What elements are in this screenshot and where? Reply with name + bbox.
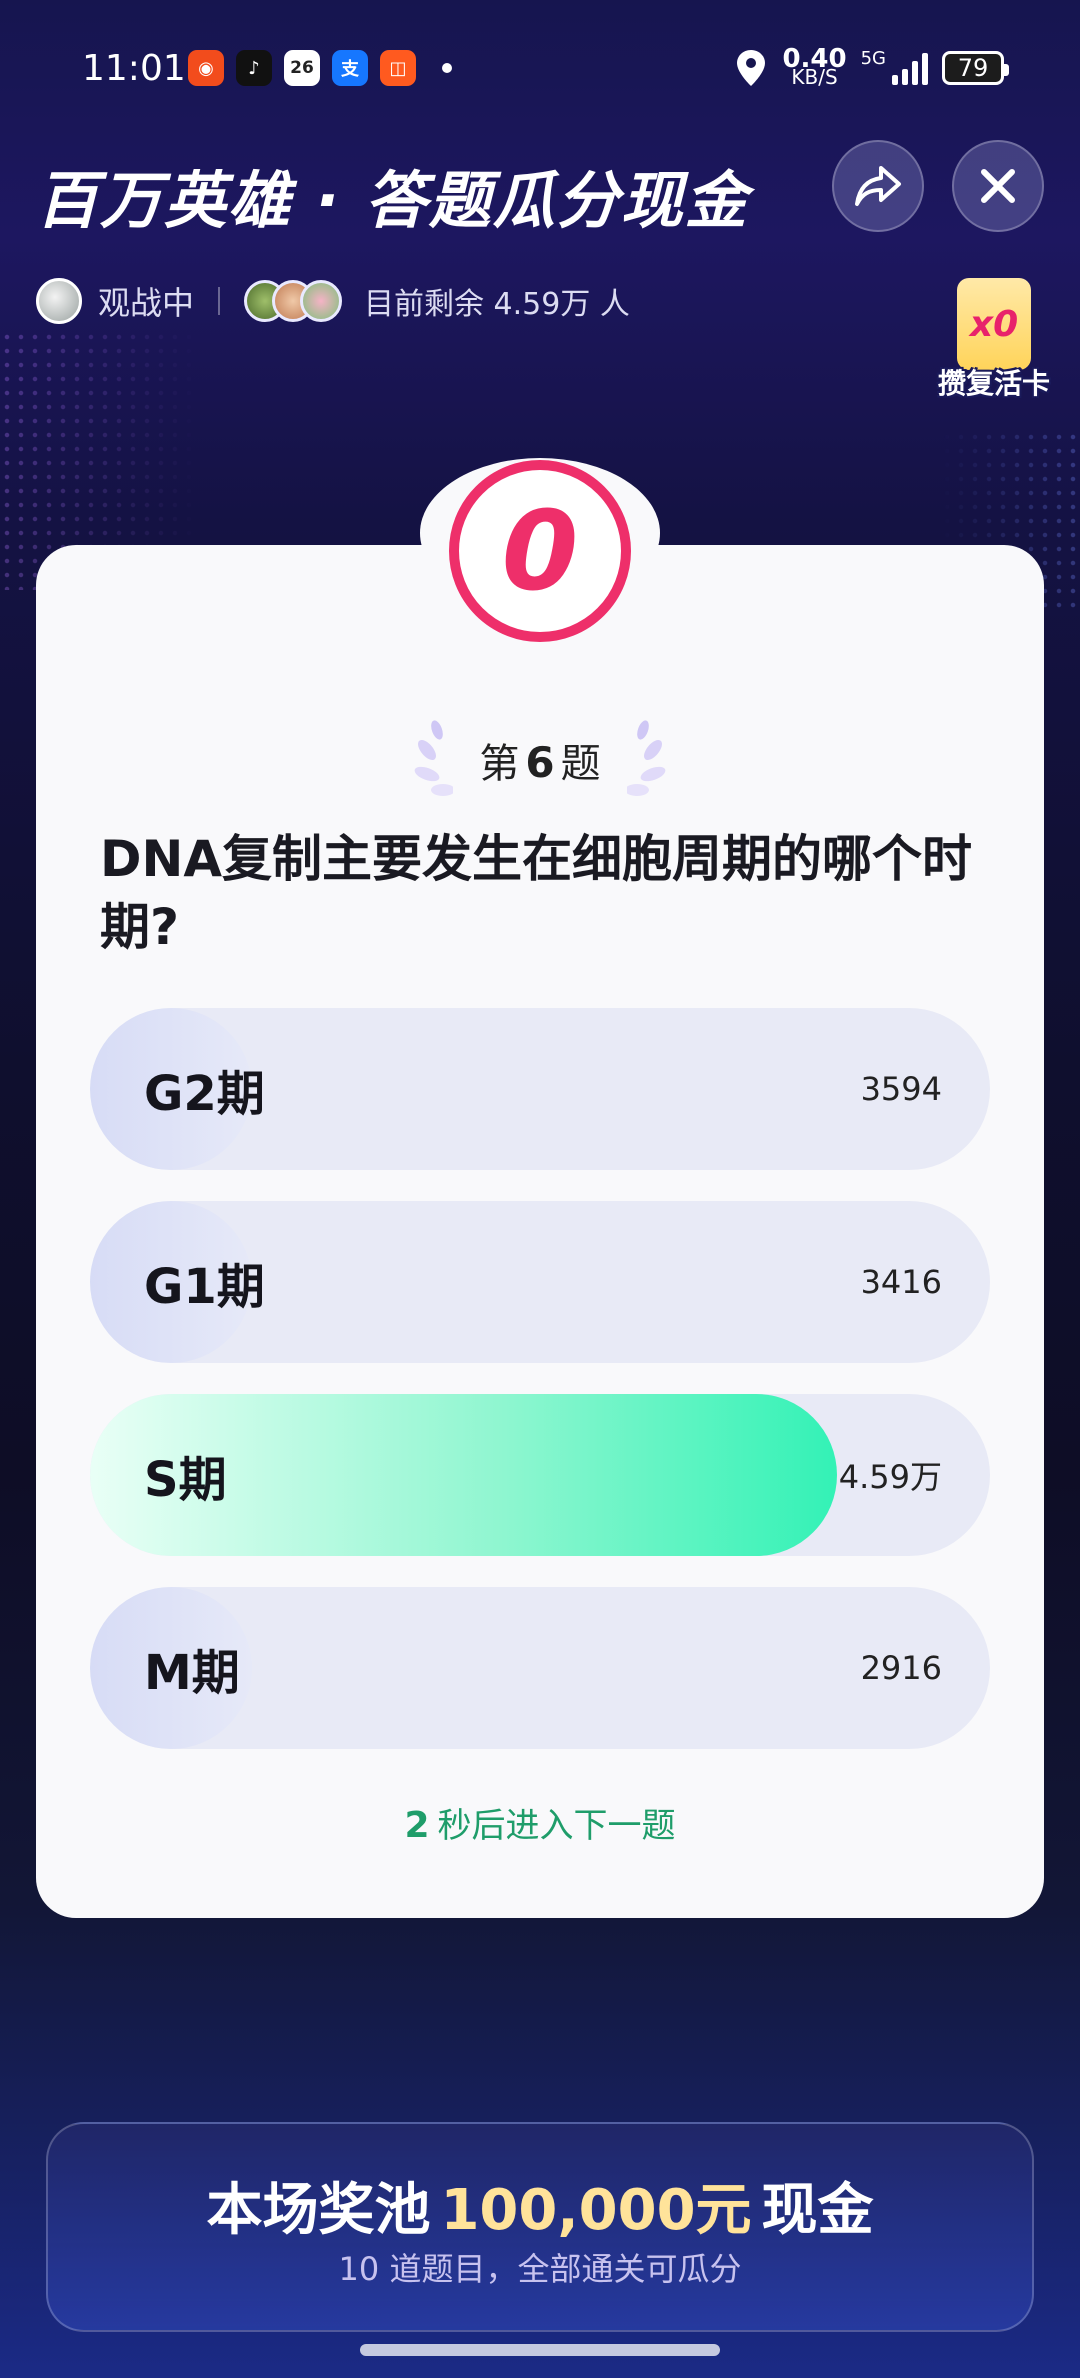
douyin-app-icon: ♪: [236, 50, 272, 86]
status-right: 0.40 KB/S 5G 79: [734, 44, 1009, 89]
answer-option-4[interactable]: M期 2916: [90, 1587, 990, 1749]
battery-level: 79: [957, 54, 989, 82]
close-button[interactable]: [952, 140, 1044, 232]
close-icon: [981, 169, 1015, 203]
option-label: G2期: [144, 1066, 265, 1122]
option-vote-count: 3594: [860, 1070, 942, 1108]
question-text: DNA复制主要发生在细胞周期的哪个时期?: [100, 830, 973, 956]
app-notification-icon: ◫: [380, 50, 416, 86]
live-info-row: 观战中 目前剩余 4.59万 人: [36, 276, 630, 326]
question-number: 第6题: [0, 720, 1080, 800]
share-button[interactable]: [832, 140, 924, 232]
network-type: 5G: [860, 48, 886, 69]
prize-pool-title: 本场奖池 100,000元 现金: [206, 2178, 874, 2243]
more-notifications-dot-icon: [442, 63, 452, 73]
remaining-players: 目前剩余 4.59万 人: [364, 287, 630, 322]
status-bar: 11:01 ◉ ♪ 26 支 ◫ 0.40 KB/S 5G 79: [0, 0, 1080, 140]
answer-option-3[interactable]: S期 4.59万: [90, 1394, 990, 1556]
option-label: M期: [144, 1645, 240, 1701]
revive-card-icon: x0: [957, 278, 1031, 370]
home-indicator[interactable]: [360, 2344, 720, 2356]
countdown-timer: 0: [449, 460, 631, 642]
signal-strength-icon: [892, 51, 928, 85]
revive-card-widget[interactable]: x0 攒复活卡: [926, 278, 1062, 400]
option-vote-count: 3416: [860, 1263, 942, 1301]
divider: [218, 287, 221, 315]
question-number-text: 第6题: [479, 738, 601, 787]
prize-pool-amount: 100,000元: [440, 2178, 752, 2243]
user-avatar[interactable]: [36, 278, 82, 324]
laurel-left-icon: [414, 720, 454, 796]
watching-label: 观战中: [98, 284, 195, 322]
option-vote-count: 4.59万: [838, 1458, 942, 1496]
next-question-text: 秒后进入下一题: [437, 1806, 676, 1846]
countdown-value: 0: [501, 487, 579, 615]
prize-pool-subtitle: 10 道题目，全部通关可瓜分: [338, 2250, 742, 2288]
participant-avatar: [300, 280, 343, 322]
alipay-app-icon: 支: [332, 50, 368, 86]
option-vote-count: 2916: [860, 1649, 942, 1687]
location-icon: [737, 50, 766, 86]
option-label: G1期: [144, 1259, 265, 1315]
share-icon: [855, 166, 901, 206]
laurel-right-icon: [626, 720, 665, 796]
answer-option-2[interactable]: G1期 3416: [90, 1201, 990, 1363]
next-question-hint: 2 秒后进入下一题: [0, 1798, 1080, 1847]
shopping-app-icon: ◉: [188, 50, 224, 86]
revive-card-label: 攒复活卡: [937, 367, 1050, 400]
option-label: S期: [144, 1452, 227, 1508]
battery-icon: 79: [942, 51, 1009, 85]
next-question-seconds: 2: [404, 1805, 430, 1846]
answer-option-1[interactable]: G2期 3594: [90, 1008, 990, 1170]
page-title: 百万英雄 · 答题瓜分现金: [36, 164, 749, 237]
network-speed: 0.40 KB/S: [782, 44, 847, 89]
participant-avatars: [244, 280, 343, 322]
calendar-app-icon: 26: [284, 50, 320, 86]
status-time: 11:01: [82, 48, 186, 89]
notification-icons: ◉ ♪ 26 支 ◫: [188, 50, 452, 86]
revive-card-count: x0: [969, 303, 1019, 345]
